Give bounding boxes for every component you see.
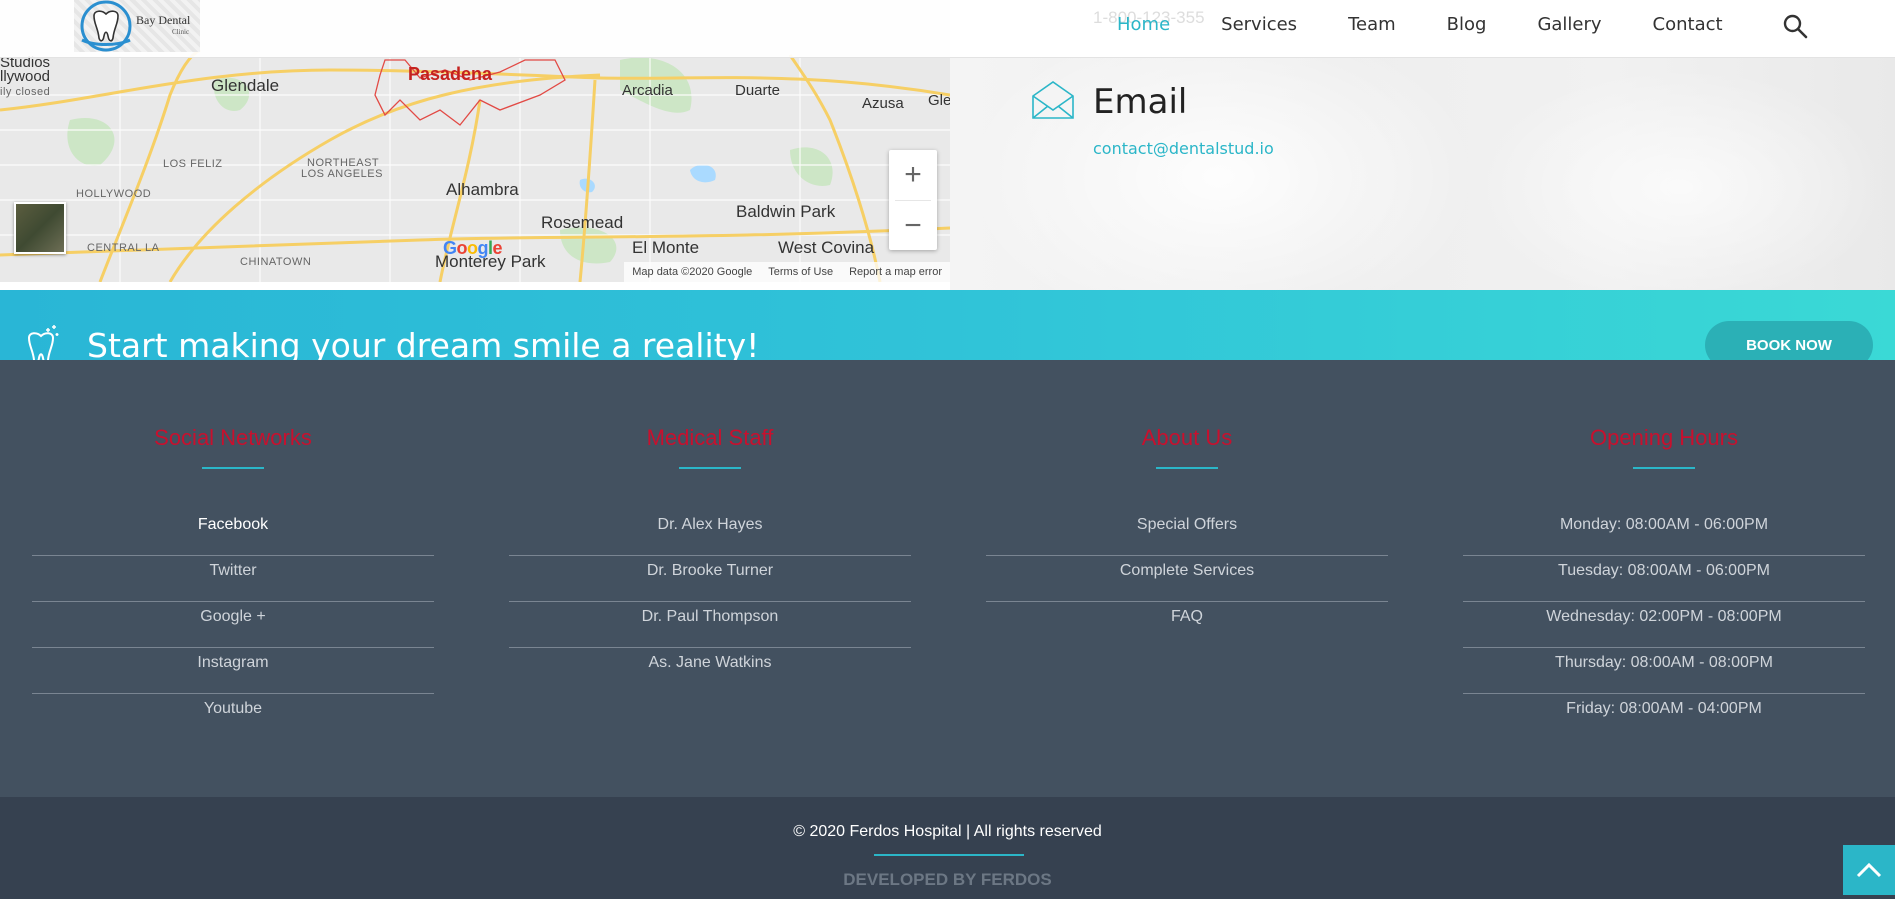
zoom-out-button[interactable]: − [889, 201, 937, 251]
map-label: CENTRAL LA [87, 242, 160, 254]
opening-hours-row: Wednesday: 02:00PM - 08:00PM [1463, 602, 1865, 648]
footer-link-google-plus[interactable]: Google + [32, 602, 434, 648]
footer-link-staff[interactable]: Dr. Alex Hayes [509, 510, 911, 556]
map-label-pasadena: Pasadena [408, 64, 493, 84]
footer-link-faq[interactable]: FAQ [986, 602, 1388, 648]
map-label: Gle [928, 92, 950, 109]
title-underline [202, 467, 264, 469]
opening-hours-row: Monday: 08:00AM - 06:00PM [1463, 510, 1865, 556]
map-label: West Covina [778, 238, 875, 257]
copyright-underline [874, 854, 1024, 856]
cta-headline: Start making your dream smile a reality! [87, 326, 760, 360]
nav-team[interactable]: Team [1348, 14, 1396, 35]
footer-link-list: Special Offers Complete Services FAQ [986, 510, 1388, 648]
logo-subtext: Clinic [172, 28, 190, 36]
map-label-glendale: Glendale [211, 76, 280, 95]
opening-hours-row: Thursday: 08:00AM - 08:00PM [1463, 648, 1865, 694]
nav-gallery[interactable]: Gallery [1537, 14, 1601, 35]
site-footer: Social Networks Facebook Twitter Google … [0, 360, 1895, 797]
logo-text: Bay Dental [136, 13, 191, 27]
sparkling-tooth-icon [27, 325, 59, 360]
tooth-logo-icon [80, 0, 132, 52]
search-icon[interactable] [1782, 13, 1808, 39]
main-nav: Home Services Team Blog Gallery Contact [1117, 14, 1774, 35]
map-label: LOS ANGELES [301, 168, 383, 180]
chevron-up-icon [1856, 862, 1882, 878]
email-link[interactable]: contact@dentalstud.io [1093, 139, 1274, 158]
developed-by-text: DEVELOPED BY FERDOS [843, 870, 1052, 889]
footer-link-staff[interactable]: Dr. Paul Thompson [509, 602, 911, 648]
email-heading: Email [1093, 82, 1188, 122]
title-underline [679, 467, 741, 469]
map-label: HOLLYWOOD [76, 188, 152, 200]
nav-contact[interactable]: Contact [1653, 14, 1723, 35]
map-label: Duarte [735, 82, 781, 99]
map-label: Azusa [862, 95, 904, 112]
copyright-text: © 2020 Ferdos Hospital | All rights rese… [793, 823, 1102, 840]
footer-link-staff[interactable]: As. Jane Watkins [509, 648, 911, 694]
scroll-to-top-button[interactable] [1843, 845, 1895, 895]
footer-link-special-offers[interactable]: Special Offers [986, 510, 1388, 556]
map-label: llywood [0, 68, 51, 85]
google-logo: Google [443, 238, 503, 258]
footer-column-title: Medical Staff [646, 425, 774, 450]
map-label: Baldwin Park [736, 202, 836, 221]
footer-link-complete-services[interactable]: Complete Services [986, 556, 1388, 602]
map-data-attribution: Map data ©2020 Google [632, 266, 753, 278]
site-header: Bay Dental Clinic 1-800-123-355 Home Ser… [0, 0, 1895, 58]
map-label: Arcadia [622, 82, 673, 99]
footer-column-title: Social Networks [154, 425, 312, 450]
footer-link-instagram[interactable]: Instagram [32, 648, 434, 694]
map-report-error-link[interactable]: Report a map error [849, 266, 942, 278]
footer-bottom-bar: © 2020 Ferdos Hospital | All rights rese… [0, 797, 1895, 899]
envelope-icon [1032, 81, 1074, 119]
nav-blog[interactable]: Blog [1447, 14, 1487, 35]
map-label: CHINATOWN [240, 256, 312, 268]
map-label: ily closed [0, 86, 51, 98]
opening-hours-row: Tuesday: 08:00AM - 06:00PM [1463, 556, 1865, 602]
footer-link-youtube[interactable]: Youtube [32, 694, 434, 740]
footer-link-staff[interactable]: Dr. Brooke Turner [509, 556, 911, 602]
nav-services[interactable]: Services [1221, 14, 1297, 35]
footer-column-title: Opening Hours [1590, 425, 1738, 450]
title-underline [1156, 467, 1218, 469]
map-zoom-control: + − [889, 150, 937, 250]
footer-link-list: Dr. Alex Hayes Dr. Brooke Turner Dr. Pau… [509, 510, 911, 694]
nav-home[interactable]: Home [1117, 14, 1170, 35]
footer-column-social: Social Networks Facebook Twitter Google … [32, 360, 434, 740]
opening-hours-row: Friday: 08:00AM - 04:00PM [1566, 700, 1762, 717]
opening-hours-list: Monday: 08:00AM - 06:00PM Tuesday: 08:00… [1463, 510, 1865, 740]
zoom-in-button[interactable]: + [889, 150, 937, 200]
contact-info-panel: Email contact@dentalstud.io [950, 57, 1895, 290]
map-label: LOS FELIZ [163, 158, 223, 170]
site-logo[interactable]: Bay Dental Clinic [74, 0, 200, 52]
footer-column-medical-staff: Medical Staff Dr. Alex Hayes Dr. Brooke … [509, 360, 911, 694]
footer-link-twitter[interactable]: Twitter [32, 556, 434, 602]
footer-column-title: About Us [1141, 425, 1233, 450]
map-attribution-bar: Map data ©2020 Google Terms of Use Repor… [624, 262, 950, 282]
map-label: El Monte [632, 238, 700, 257]
satellite-toggle-thumbnail[interactable] [14, 202, 66, 254]
map-label: Alhambra [446, 180, 519, 199]
cta-banner: Start making your dream smile a reality!… [0, 290, 1895, 360]
footer-column-about: About Us Special Offers Complete Service… [986, 360, 1388, 648]
map-terms-link[interactable]: Terms of Use [768, 266, 833, 278]
title-underline [1633, 467, 1695, 469]
footer-link-facebook[interactable]: Facebook [32, 510, 434, 556]
book-now-button[interactable]: BOOK NOW [1705, 321, 1873, 360]
footer-column-opening-hours: Opening Hours Monday: 08:00AM - 06:00PM … [1463, 360, 1865, 740]
map-label: Rosemead [541, 213, 624, 232]
footer-link-list: Facebook Twitter Google + Instagram Yout… [32, 510, 434, 740]
